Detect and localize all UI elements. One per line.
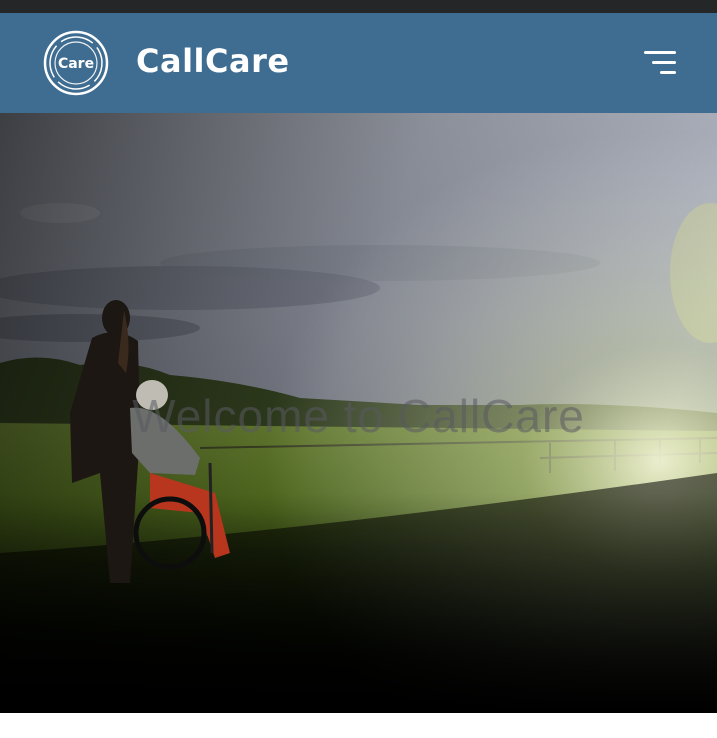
page-bottom-area xyxy=(0,713,717,738)
care-logo[interactable]: Care xyxy=(43,30,109,96)
hero-title: Welcome to CallCare xyxy=(132,390,585,442)
hero-banner: Welcome to CallCare xyxy=(0,113,717,713)
menu-button[interactable] xyxy=(638,47,682,79)
care-logo-icon: Care xyxy=(43,30,109,96)
logo-text: Care xyxy=(58,56,94,72)
browser-top-strip xyxy=(0,0,717,13)
brand-name[interactable]: CallCare xyxy=(136,42,290,80)
site-header: Care CallCare xyxy=(0,13,717,113)
